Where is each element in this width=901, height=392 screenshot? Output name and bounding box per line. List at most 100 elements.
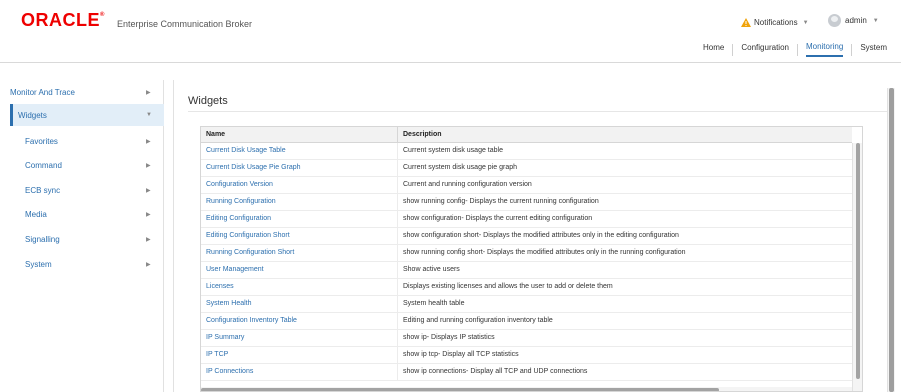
table-row[interactable]: System Health System health table [201,296,852,313]
table-row[interactable]: Editing Configuration show configuration-… [201,211,852,228]
widget-description: System health table [403,300,465,307]
nav-divider [732,43,734,56]
table-row[interactable]: User Management Show active users [201,262,852,279]
app-header: ORACLE® Enterprise Communication Broker … [0,0,901,63]
tab-monitoring[interactable]: Monitoring [805,42,844,57]
sidebar-item-label: System [25,259,52,269]
widget-description: Current system disk usage table [403,147,503,154]
top-navigation: Home Configuration Monitoring System [703,42,887,57]
main-panel: Widgets Name Description Current Disk Us… [173,80,901,392]
table-row[interactable]: Current Disk Usage Pie Graph Current syst… [201,160,852,177]
widget-link[interactable]: Licenses [201,279,398,295]
widget-link[interactable]: Running Configuration Short [201,245,398,261]
tab-home[interactable]: Home [703,43,724,56]
sidebar-item-ecb-sync[interactable]: ECB sync ▶ [10,179,164,201]
sidebar-item-label: Widgets [18,110,47,120]
widget-description: Displays existing licenses and allows th… [403,283,613,290]
sidebar: Monitor And Trace ▶ Widgets ▼ Favorites … [10,80,164,392]
widget-description: show configuration short- Displays the m… [403,232,679,239]
logo-text: ORACLE [21,10,100,30]
widget-link[interactable]: Current Disk Usage Pie Graph [201,160,398,176]
chevron-down-icon: ▼ [872,17,879,24]
table-row[interactable]: IP Connections show ip connections- Displ… [201,364,852,381]
sidebar-item-label: Media [25,209,47,219]
sidebar-item-widgets[interactable]: Widgets ▼ [10,104,164,126]
sidebar-item-system[interactable]: System ▶ [10,253,164,275]
widget-link[interactable]: System Health [201,296,398,312]
widget-link[interactable]: IP TCP [201,347,398,363]
widget-description: show configuration- Displays the current… [403,215,593,222]
widget-link[interactable]: IP Summary [201,330,398,346]
user-label: admin [845,16,867,25]
chevron-down-icon: ▼ [802,19,809,26]
widget-description: show ip connections- Display all TCP and… [403,368,588,375]
sidebar-item-monitor-and-trace[interactable]: Monitor And Trace ▶ [10,81,164,103]
widget-description: Current system disk usage pie graph [403,164,517,171]
sidebar-item-command[interactable]: Command ▶ [10,154,164,176]
divider [188,111,888,112]
widget-link[interactable]: IP Connections [201,364,398,380]
chevron-right-icon: ▶ [146,187,151,194]
widget-description: show running config- Displays the curren… [403,198,599,205]
page-title: Widgets [188,95,228,107]
column-header-description[interactable]: Description [398,127,442,142]
table-row[interactable]: Configuration Version Current and running… [201,177,852,194]
app-name: Enterprise Communication Broker [117,19,253,29]
widget-link[interactable]: Editing Configuration Short [201,228,398,244]
page-vertical-scrollbar[interactable] [887,88,895,392]
scrollbar-thumb[interactable] [201,388,719,391]
table-row[interactable]: Running Configuration show running config… [201,194,852,211]
notifications-label: Notifications [754,18,798,27]
widget-link[interactable]: Configuration Version [201,177,398,193]
chevron-right-icon: ▶ [146,211,151,218]
oracle-logo[interactable]: ORACLE® [21,10,105,31]
table-vertical-scrollbar[interactable] [852,143,862,391]
notifications-menu[interactable]: Notifications ▼ [741,18,809,27]
table-row[interactable]: IP TCP show ip tcp- Display all TCP stati… [201,347,852,364]
table-row[interactable]: IP Summary show ip- Displays IP statistic… [201,330,852,347]
sidebar-item-label: Command [25,160,62,170]
tab-system[interactable]: System [860,43,887,56]
table-horizontal-scrollbar[interactable] [201,387,852,391]
sidebar-item-label: Signalling [25,234,60,244]
avatar [828,14,841,27]
sidebar-item-label: Favorites [25,136,58,146]
table-row[interactable]: Current Disk Usage Table Current system d… [201,143,852,160]
warning-icon [741,18,751,27]
scrollbar-thumb[interactable] [856,143,860,379]
widget-link[interactable]: Current Disk Usage Table [201,143,398,159]
widget-description: show running config short- Displays the … [403,249,686,256]
widget-link[interactable]: Running Configuration [201,194,398,210]
tab-configuration[interactable]: Configuration [741,43,789,56]
table-row[interactable]: Running Configuration Short show running … [201,245,852,262]
widget-description: Editing and running configuration invent… [403,317,553,324]
scrollbar-thumb[interactable] [889,88,894,392]
column-header-name[interactable]: Name [201,127,398,142]
widget-description: Current and running configuration versio… [403,181,532,188]
logo-mark: ® [100,12,105,18]
chevron-right-icon: ▶ [146,261,151,268]
widget-description: show ip- Displays IP statistics [403,334,495,341]
widgets-table: Name Description Current Disk Usage Tabl… [200,126,863,392]
chevron-right-icon: ▶ [146,89,151,96]
user-menu[interactable]: admin ▼ [828,14,879,27]
sidebar-item-signalling[interactable]: Signalling ▶ [10,228,164,250]
sidebar-item-label: ECB sync [25,185,61,195]
table-row[interactable]: Configuration Inventory Table Editing and… [201,313,852,330]
widget-description: Show active users [403,266,460,273]
chevron-right-icon: ▶ [146,236,151,243]
table-row[interactable]: Editing Configuration Short show configur… [201,228,852,245]
widget-description: show ip tcp- Display all TCP statistics [403,351,519,358]
widget-link[interactable]: Editing Configuration [201,211,398,227]
table-row[interactable]: Licenses Displays existing licenses and a… [201,279,852,296]
sidebar-item-media[interactable]: Media ▶ [10,203,164,225]
chevron-right-icon: ▶ [146,162,151,169]
sidebar-item-favorites[interactable]: Favorites ▶ [10,130,164,152]
nav-divider [796,43,798,56]
widget-link[interactable]: Configuration Inventory Table [201,313,398,329]
widget-link[interactable]: User Management [201,262,398,278]
nav-divider [851,43,853,56]
sidebar-item-label: Monitor And Trace [10,87,75,97]
table-body: Current Disk Usage Table Current system d… [201,143,852,381]
chevron-right-icon: ▶ [146,138,151,145]
